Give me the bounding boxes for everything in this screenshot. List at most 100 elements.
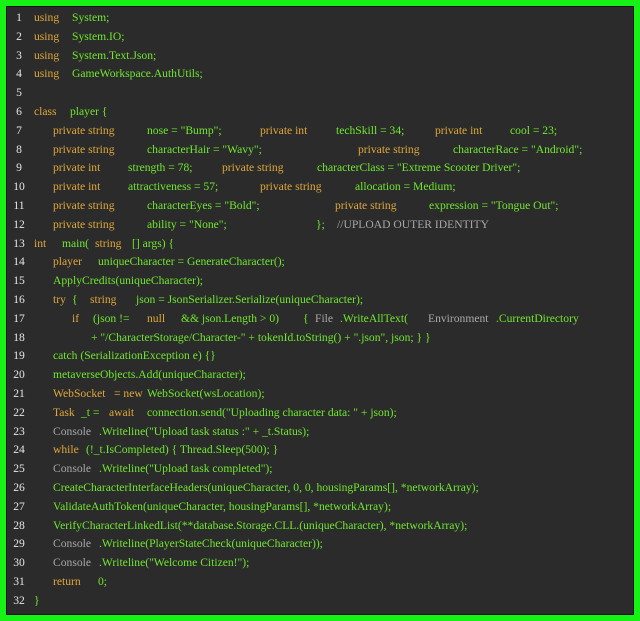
code-token: + "/CharacterStorage/Character-" + token… — [91, 330, 431, 344]
line-number: 16 — [13, 292, 25, 306]
code-token: 0; — [98, 574, 108, 588]
code-keyword: private int — [53, 180, 101, 194]
code-line[interactable]: 16 try {string json = JsonSerializer.Serial… — [6, 293, 634, 312]
code-token: .CurrentDirectory — [496, 311, 579, 325]
line-number: 9 — [16, 161, 22, 175]
code-token: [] args) { — [132, 236, 175, 250]
code-line[interactable]: 27 ValidateAuthToken(uniqueCharacter, hou… — [6, 500, 634, 519]
code-token: techSkill = 34; — [336, 123, 405, 137]
code-keyword: using — [34, 29, 60, 43]
code-keyword: private int — [435, 123, 483, 137]
line-number: 13 — [13, 236, 25, 250]
code-line[interactable]: 13 int main(string [] args) { — [6, 237, 634, 256]
code-plain-token: Console — [53, 424, 92, 438]
code-line[interactable]: 18 + "/CharacterStorage/Character-" + tok… — [6, 331, 634, 350]
code-token: expression = "Tongue Out"; — [429, 198, 559, 212]
code-keyword: using — [34, 48, 60, 62]
line-number: 30 — [13, 556, 25, 570]
line-number: 18 — [13, 330, 25, 344]
code-token: connection.send("Uploading character dat… — [147, 405, 397, 419]
code-keyword: private int — [260, 123, 308, 137]
code-line[interactable]: 12 private string ability = "None";}; //UPL… — [6, 218, 634, 237]
code-keyword: using — [34, 11, 60, 24]
code-editor-window: 1 using System; 2 using System.IO; 3 using Syste… — [6, 6, 634, 615]
code-token: } — [34, 593, 40, 607]
line-number: 10 — [13, 180, 25, 194]
line-number: 21 — [13, 386, 25, 400]
code-plain-token: Environment — [428, 311, 489, 325]
code-keyword: WebSocket — [53, 386, 106, 400]
code-token: System.Text.Json; — [72, 48, 157, 62]
code-keyword: Task — [53, 405, 75, 419]
code-line[interactable]: 1 using System; — [6, 11, 634, 30]
line-number: 7 — [16, 123, 22, 137]
code-line[interactable]: 21 WebSocket = new WebSocket(wsLocation); — [6, 387, 634, 406]
code-token: catch (SerializationException e) {} — [53, 349, 216, 363]
code-token: cool = 23; — [510, 123, 558, 137]
code-token: .Writeline("Upload task status :" + _t.S… — [99, 424, 310, 438]
code-line[interactable]: 29 Console .Writeline(PlayerStateCheck(uni… — [6, 537, 634, 556]
code-line[interactable]: 4 using GameWorkspace.AuthUtils; — [6, 67, 634, 86]
code-keyword: private int — [53, 161, 101, 175]
line-number: 4 — [16, 67, 22, 81]
code-line[interactable]: 32} — [6, 594, 634, 613]
line-number: 12 — [13, 217, 25, 231]
line-number: 20 — [13, 368, 25, 382]
code-line[interactable]: 6 class player { — [6, 105, 634, 124]
code-token: }; — [316, 217, 325, 231]
code-token: ValidateAuthToken(uniqueCharacter, housi… — [53, 499, 392, 513]
code-token: nose = "Bump"; — [147, 123, 222, 137]
code-token: _t = — [81, 405, 100, 419]
code-token: player { — [70, 104, 108, 118]
code-keyword: string — [90, 292, 117, 306]
code-token: VerifyCharacterLinkedList(**database.Sto… — [53, 518, 468, 532]
code-line[interactable]: 19 catch (SerializationException e) {} — [6, 349, 634, 368]
code-keyword: while — [53, 443, 79, 457]
line-number: 27 — [13, 499, 25, 513]
code-line[interactable]: 10 private int attractiveness = 57; private… — [6, 180, 634, 199]
line-number: 6 — [16, 104, 22, 118]
code-keyword: private string — [222, 161, 284, 175]
code-line[interactable]: 3 using System.Text.Json; — [6, 49, 634, 68]
line-number: 23 — [13, 424, 25, 438]
line-number: 11 — [13, 198, 25, 212]
code-line[interactable]: 5 — [6, 86, 634, 105]
code-line[interactable]: 2 using System.IO; — [6, 30, 634, 49]
code-line[interactable]: 11 private string characterEyes = "Bold"; p… — [6, 199, 634, 218]
code-keyword: = new — [114, 386, 143, 400]
code-line[interactable]: 28 VerifyCharacterLinkedList(**database.S… — [6, 519, 634, 538]
code-line[interactable]: 15 ApplyCredits(uniqueCharacter); — [6, 274, 634, 293]
code-keyword: private string — [53, 123, 115, 137]
line-number: 22 — [13, 405, 25, 419]
code-token: { — [72, 292, 78, 306]
code-line[interactable]: 30 Console .Writeline("Welcome Citizen!"); — [6, 556, 634, 575]
line-number: 31 — [13, 574, 25, 588]
code-token: characterClass = "Extreme Scooter Driver… — [317, 161, 521, 175]
code-line[interactable]: 9 private int strength = 78; private string… — [6, 161, 634, 180]
code-line[interactable]: 17 if (json != null && json.Length > 0) {File… — [6, 312, 634, 331]
code-token: strength = 78; — [128, 161, 193, 175]
code-token: uniqueCharacter = GenerateCharacter(); — [98, 255, 285, 269]
code-line[interactable]: 22 Task _t = await connection.send("Uploadin… — [6, 406, 634, 425]
line-number: 25 — [13, 462, 25, 476]
line-number: 32 — [13, 593, 25, 607]
code-keyword: null — [147, 311, 166, 325]
code-keyword: return — [53, 574, 81, 588]
code-token: allocation = Medium; — [355, 180, 456, 194]
code-line[interactable]: 14 player uniqueCharacter = GenerateCharac… — [6, 255, 634, 274]
code-line[interactable]: 24 while (!_t.IsCompleted) { Thread.Sleep(… — [6, 443, 634, 462]
code-line[interactable]: 23 Console .Writeline("Upload task status … — [6, 425, 634, 444]
code-line[interactable]: 25 Console .Writeline("Upload task complet… — [6, 462, 634, 481]
code-keyword: private string — [53, 217, 115, 231]
code-token: .Writeline("Upload task completed"); — [99, 462, 273, 476]
code-token: (json != — [93, 311, 130, 325]
code-line[interactable]: 31 return 0; — [6, 575, 634, 594]
code-keyword: string — [95, 236, 122, 250]
code-line[interactable]: 7 private string nose = "Bump"; private int… — [6, 124, 634, 143]
code-line[interactable]: 8 private string characterHair = "Wavy"; pr… — [6, 143, 634, 162]
code-keyword: private string — [358, 142, 420, 156]
code-line[interactable]: 20 metaverseObjects.Add(uniqueCharacter); — [6, 368, 634, 387]
code-area[interactable]: 1 using System; 2 using System.IO; 3 using Syste… — [6, 11, 634, 613]
line-number: 24 — [13, 443, 25, 457]
code-line[interactable]: 26 CreateCharacterInterfaceHeaders(unique… — [6, 481, 634, 500]
